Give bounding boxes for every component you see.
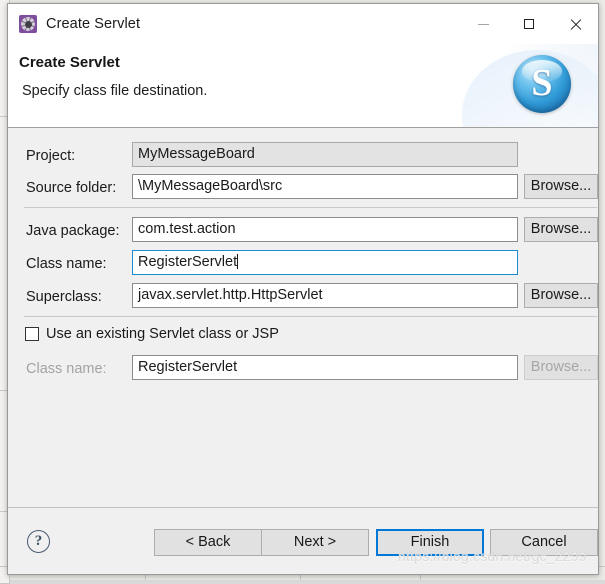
create-servlet-dialog: Create Servlet S Create Servlet Specify …: [7, 3, 599, 575]
existing-class-name-browse-button: Browse...: [524, 355, 598, 380]
project-combobox[interactable]: MyMessageBoard: [132, 142, 518, 167]
page-description: Specify class file destination.: [22, 83, 208, 99]
eclipse-s-logo-icon: S: [513, 55, 571, 113]
logo-letter: S: [531, 62, 553, 104]
source-folder-input[interactable]: \MyMessageBoard\src: [132, 174, 518, 199]
existing-class-name-input: RegisterServlet: [132, 355, 518, 380]
window-title: Create Servlet: [46, 16, 141, 32]
separator-2: [24, 316, 597, 317]
java-package-label: Java package:: [26, 223, 120, 239]
java-package-browse-button[interactable]: Browse...: [524, 217, 598, 242]
use-existing-servlet-checkbox-row[interactable]: Use an existing Servlet class or JSP: [25, 326, 279, 342]
class-name-input[interactable]: RegisterServlet: [132, 250, 518, 275]
next-button[interactable]: Next >: [261, 529, 369, 556]
project-label: Project:: [26, 148, 76, 164]
source-folder-browse-button[interactable]: Browse...: [524, 174, 598, 199]
superclass-browse-button[interactable]: Browse...: [524, 283, 598, 308]
close-button[interactable]: [552, 4, 598, 44]
maximize-icon: [524, 19, 534, 29]
existing-class-name-label: Class name:: [26, 361, 107, 377]
help-icon[interactable]: ?: [27, 530, 50, 553]
servlet-gear-icon: [19, 15, 37, 33]
minimize-button[interactable]: [460, 4, 506, 44]
use-existing-servlet-checkbox[interactable]: [25, 327, 39, 341]
maximize-button[interactable]: [506, 4, 552, 44]
dialog-footer: ? < Back Next > Finish Cancel: [8, 507, 598, 574]
superclass-input[interactable]: javax.servlet.http.HttpServlet: [132, 283, 518, 308]
class-name-value: RegisterServlet: [138, 254, 238, 270]
use-existing-servlet-label: Use an existing Servlet class or JSP: [46, 326, 279, 342]
source-folder-label: Source folder:: [26, 180, 117, 196]
superclass-label: Superclass:: [26, 289, 102, 305]
dialog-header: S Create Servlet Specify class file dest…: [8, 44, 598, 128]
close-icon: [569, 18, 582, 31]
window-controls: [460, 4, 598, 44]
java-package-input[interactable]: com.test.action: [132, 217, 518, 242]
title-bar[interactable]: Create Servlet: [8, 4, 598, 44]
desktop-background: Create Servlet S Create Servlet Specify …: [0, 0, 605, 584]
finish-button[interactable]: Finish: [376, 529, 484, 556]
minimize-icon: [477, 23, 489, 25]
page-title: Create Servlet: [19, 54, 120, 71]
text-caret: [237, 254, 239, 269]
cancel-button[interactable]: Cancel: [490, 529, 598, 556]
back-button[interactable]: < Back: [154, 529, 262, 556]
separator-1: [24, 207, 597, 208]
class-name-label: Class name:: [26, 256, 107, 272]
form-body: Project: MyMessageBoard Source folder: \…: [8, 128, 598, 507]
